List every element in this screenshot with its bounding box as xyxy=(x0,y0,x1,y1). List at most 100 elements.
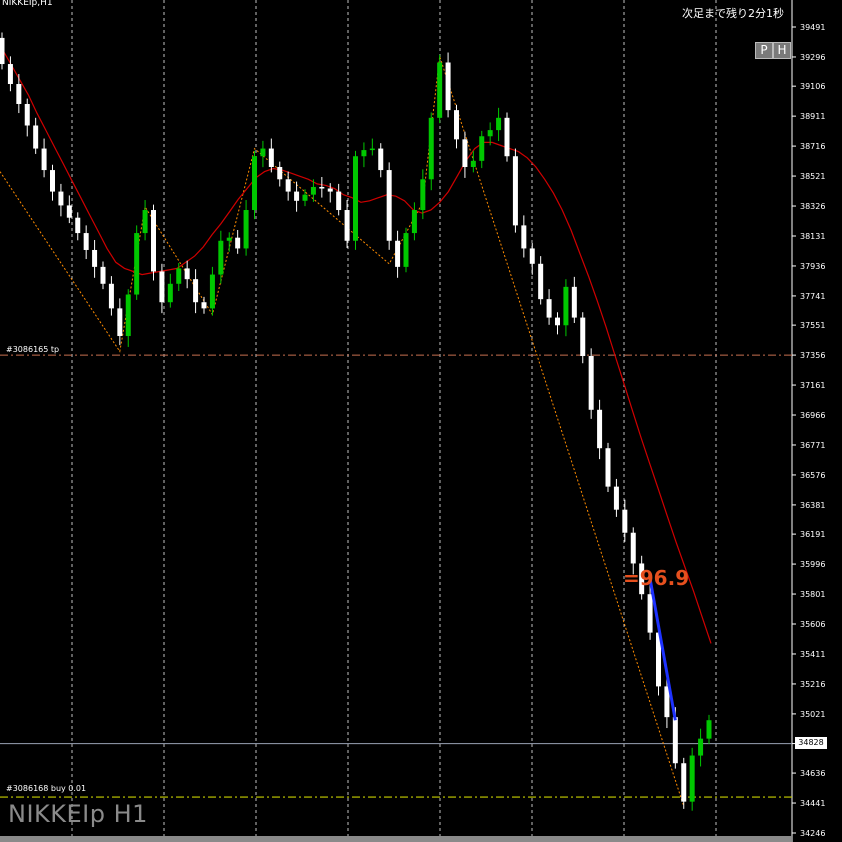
trade-connector xyxy=(648,578,677,721)
candle-body xyxy=(529,248,535,264)
y-tick-label: 37161 xyxy=(800,381,825,390)
candle-body xyxy=(159,271,165,303)
candle-body xyxy=(622,509,628,533)
y-tick-label: 36381 xyxy=(800,501,825,510)
candle-body xyxy=(268,148,274,167)
candle-body xyxy=(125,294,131,337)
y-tick-label: 36966 xyxy=(800,411,825,420)
candle-body xyxy=(58,191,64,206)
countdown-text: 次足まで残り2分1秒 xyxy=(682,7,784,20)
moving-average xyxy=(1,48,712,644)
y-tick-label: 38326 xyxy=(800,202,825,211)
candle-body xyxy=(0,37,5,65)
candle-body xyxy=(75,217,81,234)
candle-body xyxy=(555,317,560,326)
candle-body xyxy=(681,763,687,802)
y-tick-label: 38521 xyxy=(800,172,825,181)
symbol-label: NIKKEIp,H1 xyxy=(2,0,53,8)
candle-body xyxy=(504,117,510,157)
overlay-value: =96.9 xyxy=(623,566,690,590)
candle-body xyxy=(420,179,426,211)
candle-body xyxy=(285,179,291,192)
y-tick-label: 34636 xyxy=(800,769,825,778)
candle-body xyxy=(386,170,392,241)
candle-body xyxy=(437,62,443,118)
candle-body xyxy=(428,117,434,180)
zigzag-line xyxy=(0,56,685,807)
candle-body xyxy=(117,308,123,337)
candle-body xyxy=(176,268,182,284)
y-tick-label: 37551 xyxy=(800,321,825,330)
y-tick-label: 38716 xyxy=(800,142,825,151)
candle-body xyxy=(706,720,712,739)
candle-body xyxy=(294,191,300,201)
candle-body xyxy=(630,532,636,564)
watermark: NIKKEIp H1 xyxy=(8,800,148,828)
candle-body xyxy=(487,130,493,137)
candle-body xyxy=(445,62,451,111)
candle-body xyxy=(310,186,316,195)
candle-body xyxy=(698,738,704,756)
candle-body xyxy=(580,317,586,357)
y-tick-label: 36191 xyxy=(800,530,825,539)
candle-body xyxy=(243,210,249,249)
candles xyxy=(0,32,712,811)
candle-body xyxy=(50,170,55,192)
candle-body xyxy=(218,240,224,275)
candle-body xyxy=(411,210,417,234)
price-chart[interactable]: 39491 39296 39106 38911 38716 38521 38326 38131… xyxy=(0,0,842,842)
y-tick-label: 35801 xyxy=(800,590,825,599)
candle-body xyxy=(462,139,468,167)
bottom-scrollbar xyxy=(0,836,792,842)
y-tick-label: 35411 xyxy=(800,650,825,659)
candle-body xyxy=(454,110,459,140)
y-tick-label: 38911 xyxy=(800,112,825,121)
candle-body xyxy=(167,283,173,303)
y-tick-label: 37936 xyxy=(800,262,825,271)
candle-body xyxy=(184,268,190,280)
ma-line xyxy=(1,48,712,644)
candle-body xyxy=(361,150,367,157)
candle-body xyxy=(563,286,569,326)
candle-body xyxy=(395,240,401,267)
candle-body xyxy=(327,188,333,192)
candle-body xyxy=(479,136,485,161)
candle-body xyxy=(672,717,678,764)
y-tick-label: 35216 xyxy=(800,680,825,689)
candle-body xyxy=(142,210,148,234)
candle-body xyxy=(403,233,409,267)
candle-body xyxy=(613,486,619,510)
candle-body xyxy=(571,286,577,318)
candle-body xyxy=(546,299,552,318)
candle-body xyxy=(108,283,114,309)
y-tick-label: 35996 xyxy=(800,560,825,569)
candle-body xyxy=(647,594,653,633)
h-button[interactable]: H xyxy=(773,42,791,59)
p-button[interactable]: P xyxy=(755,42,773,59)
candle-body xyxy=(277,166,283,180)
candle-body xyxy=(369,148,375,151)
candle-body xyxy=(353,156,358,241)
candle-body xyxy=(83,233,89,250)
y-tick-label: 37356 xyxy=(800,351,825,360)
y-tick-label: 36576 xyxy=(800,471,825,480)
candle-body xyxy=(66,205,72,218)
candle-body xyxy=(252,156,257,211)
candle-body xyxy=(7,64,13,85)
candle-body xyxy=(470,160,476,167)
candle-body xyxy=(151,210,156,272)
zigzag-indicator xyxy=(0,56,685,807)
candle-body xyxy=(319,186,325,189)
trade-line xyxy=(648,578,677,721)
candle-body xyxy=(193,279,199,303)
y-tick-label: 34441 xyxy=(800,799,825,808)
y-axis: 39491 39296 39106 38911 38716 38521 38326 38131… xyxy=(792,23,825,838)
candle-body xyxy=(378,148,384,171)
y-tick-label: 35021 xyxy=(800,710,825,719)
candle-body xyxy=(588,356,594,410)
candle-body xyxy=(134,233,140,295)
chart-window[interactable]: 39491 39296 39106 38911 38716 38521 38326 38131… xyxy=(0,0,842,842)
candle-body xyxy=(344,210,350,241)
y-tick-label: 37741 xyxy=(800,292,825,301)
candle-body xyxy=(201,302,207,309)
